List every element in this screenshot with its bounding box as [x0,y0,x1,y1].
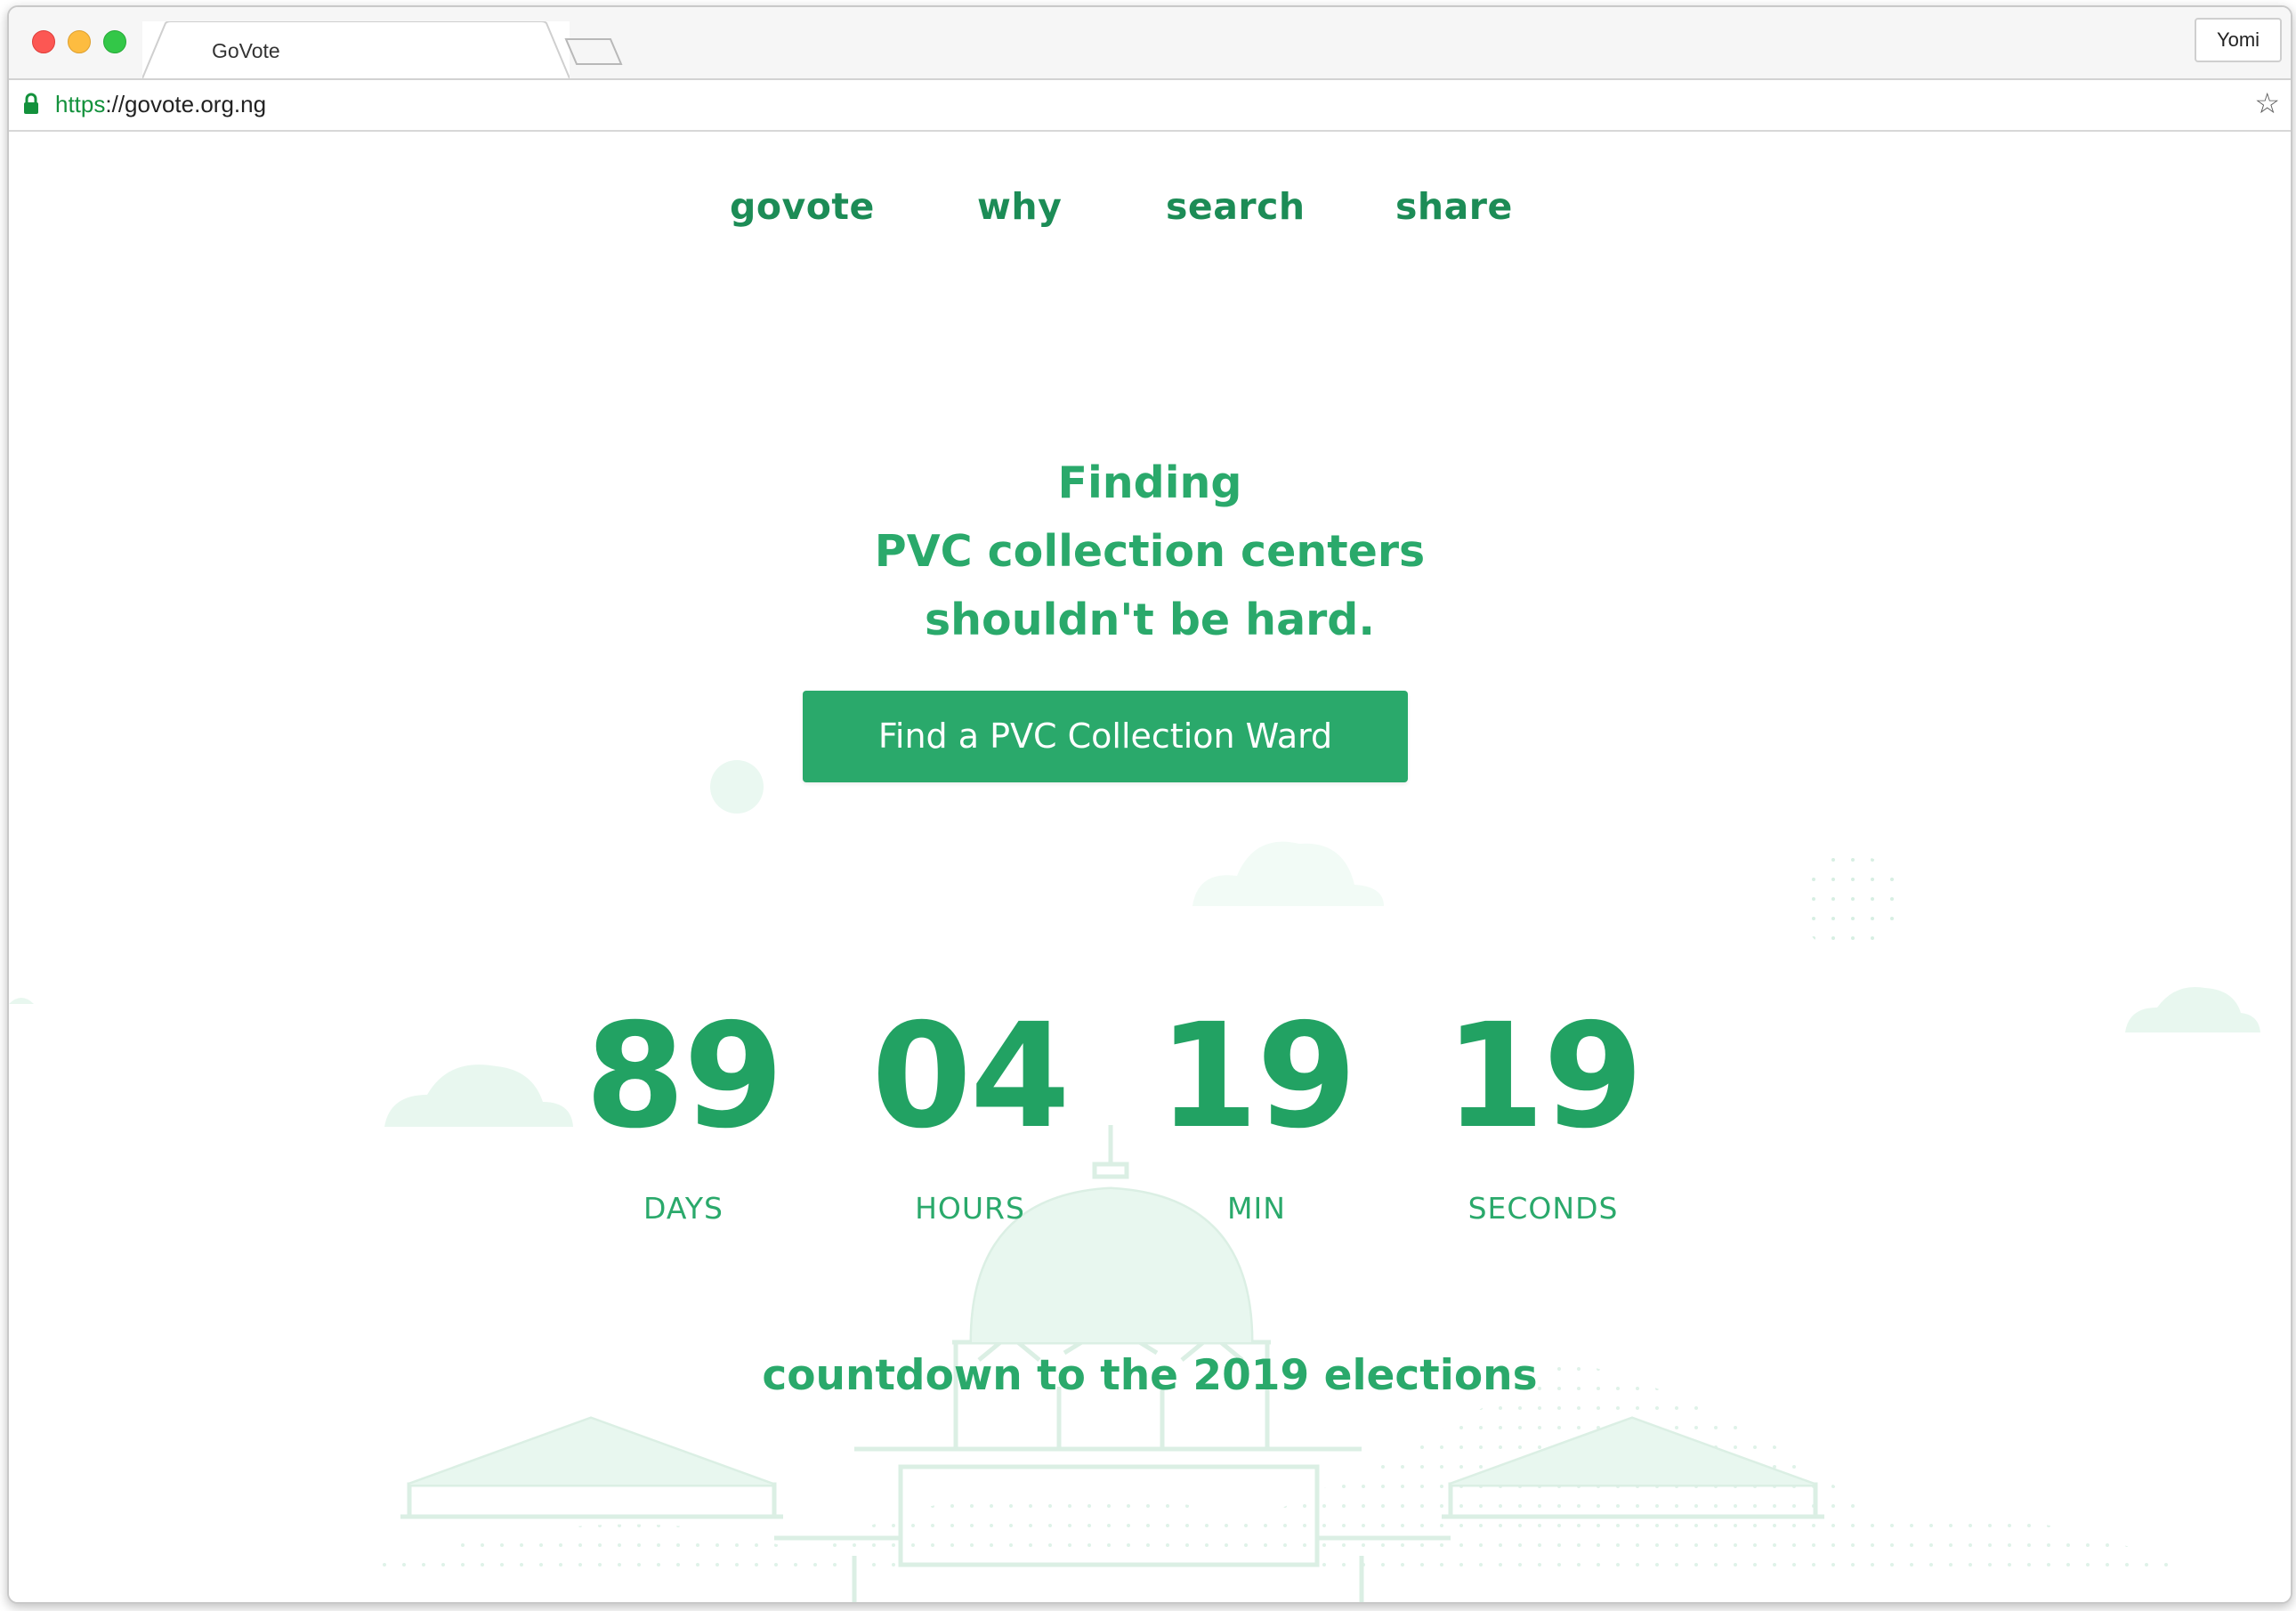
hero-line-2: PVC collection centers [874,526,1426,577]
nav-item-share[interactable]: share [1395,185,1513,228]
minimize-window-button[interactable] [68,30,91,53]
nav-item-govote[interactable]: govote [730,185,875,228]
browser-titlebar: GoVote Yomi [9,7,2291,80]
address-bar[interactable]: https://govote.org.ng ☆ [9,80,2291,132]
cloud-4 [9,998,34,1004]
countdown-seconds-label: SECONDS [1467,1191,1619,1226]
hero-line-3: shouldn't be hard. [924,595,1375,645]
nav-item-search[interactable]: search [1166,185,1306,228]
hero-heading: Finding PVC collection centers shouldn't… [9,449,2291,654]
hero-line-1: Finding [1057,457,1242,508]
find-pvc-ward-button[interactable]: Find a PVC Collection Ward [803,691,1408,782]
close-window-button[interactable] [32,30,55,53]
cloud-3 [2125,986,2260,1032]
countdown-days-value: 89 [585,993,783,1161]
countdown-caption: countdown to the 2019 elections [762,1351,1538,1400]
url-host: ://govote.org.ng [105,91,267,117]
countdown-hours-value: 04 [871,993,1070,1161]
url-text[interactable]: https://govote.org.ng [55,91,266,118]
new-tab-icon [564,38,623,65]
browser-window: GoVote Yomi https://govote.org.ng ☆ govo… [7,5,2292,1604]
govote-page: govote why search share Finding PVC coll… [9,132,2291,1602]
new-tab-button[interactable] [562,37,625,72]
nav-item-why[interactable]: why [977,185,1062,228]
bookmark-star-icon[interactable]: ☆ [2254,89,2280,117]
capitol-fill [409,1189,1814,1485]
maximize-window-button[interactable] [103,30,126,53]
countdown-days-label: DAYS [643,1191,724,1226]
countdown-seconds-value: 19 [1444,993,1643,1161]
countdown-minutes-label: MIN [1227,1191,1286,1226]
browser-tab[interactable]: GoVote [142,21,570,78]
countdown-minutes-value: 19 [1158,993,1356,1161]
main-nav: govote why search share [9,185,2291,239]
url-scheme: https [55,91,106,117]
profile-button[interactable]: Yomi [2195,18,2282,62]
tab-shape [142,21,570,78]
tab-title: GoVote [212,39,280,62]
decorative-circle [710,760,764,814]
lock-icon [23,93,39,120]
cloud-1 [1192,841,1384,906]
cloud-2 [384,1065,573,1127]
dotted-planet [1800,854,1902,955]
countdown-hours-label: HOURS [915,1191,1025,1226]
